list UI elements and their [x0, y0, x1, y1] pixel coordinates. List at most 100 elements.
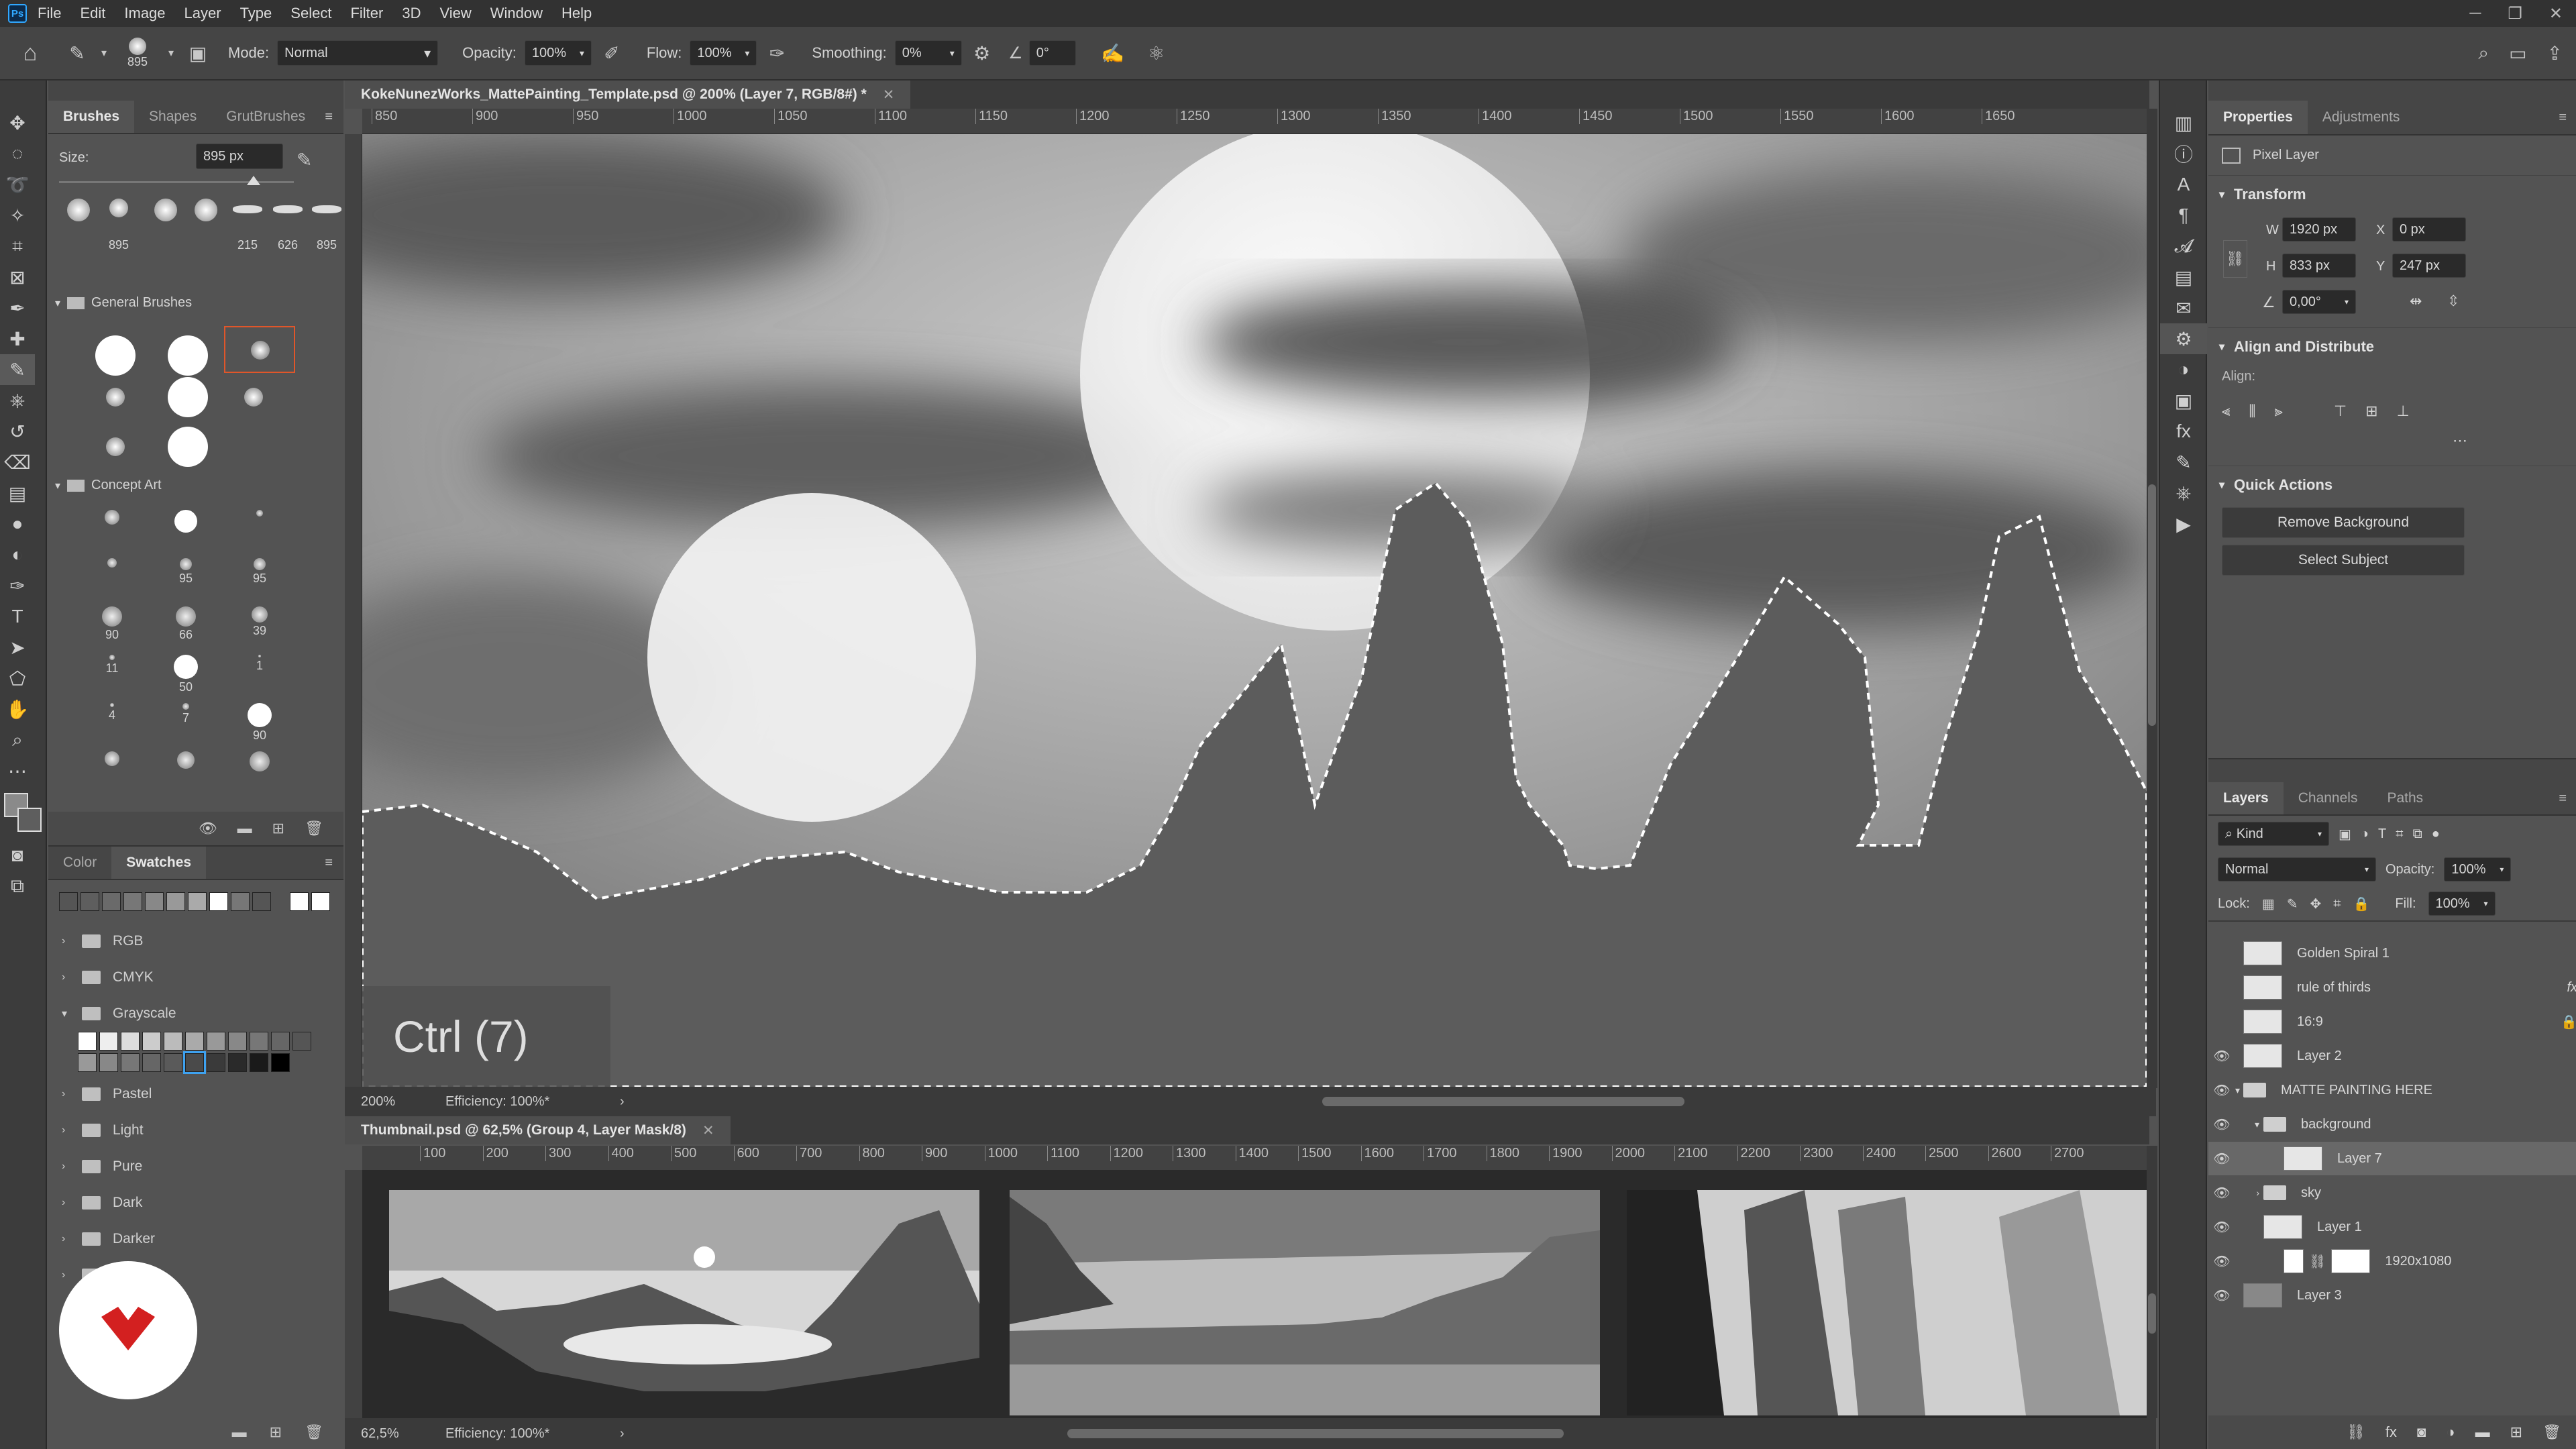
- select-subject-button[interactable]: Select Subject: [2222, 545, 2465, 576]
- recent-brush[interactable]: [189, 199, 223, 252]
- eye-icon[interactable]: 👁: [2208, 1082, 2235, 1099]
- align-center-h-icon[interactable]: ⫼: [2249, 402, 2255, 420]
- layer-row[interactable]: 👁 Layer 3: [2208, 1279, 2576, 1312]
- paragraph-icon[interactable]: ¶: [2160, 200, 2207, 231]
- x-input[interactable]: 0 px: [2392, 217, 2466, 241]
- mode-select[interactable]: Normal ▾: [277, 40, 439, 66]
- path-select-icon[interactable]: ➤: [0, 632, 35, 663]
- link-icon[interactable]: ⛓: [2223, 240, 2247, 278]
- hand-tool-icon[interactable]: ✋: [0, 694, 35, 724]
- swatch-folder-pure[interactable]: › Pure: [48, 1148, 343, 1185]
- lock-pixels-icon[interactable]: ✎: [2287, 896, 2298, 912]
- concept-brush[interactable]: 66: [149, 606, 223, 655]
- menu-item-image[interactable]: Image: [124, 5, 165, 22]
- concept-brush[interactable]: [223, 751, 297, 800]
- actions-icon[interactable]: ▶: [2160, 508, 2207, 539]
- magic-wand-icon[interactable]: ✧: [0, 200, 35, 231]
- thumb-doc-tab[interactable]: Thumbnail.psd @ 62,5% (Group 4, Layer Ma…: [345, 1116, 731, 1144]
- panel-menu-icon[interactable]: ≡: [2559, 791, 2567, 806]
- close-tab-icon[interactable]: ✕: [702, 1122, 714, 1139]
- new-icon[interactable]: ⊞: [272, 820, 284, 837]
- menu-item-layer[interactable]: Layer: [184, 5, 221, 22]
- align-section-header[interactable]: ▾ Align and Distribute: [2208, 327, 2576, 365]
- add-mask-icon[interactable]: ◙: [2417, 1424, 2426, 1441]
- concept-brush[interactable]: 39: [223, 606, 297, 655]
- recent-brush[interactable]: [62, 199, 95, 252]
- character-icon[interactable]: A: [2160, 169, 2207, 200]
- filter-smart-icon[interactable]: ⧉: [2412, 826, 2422, 842]
- swatch-folder-darker[interactable]: › Darker: [48, 1221, 343, 1257]
- swatch-folder-rgb[interactable]: › RGB: [48, 923, 343, 959]
- menu-item-edit[interactable]: Edit: [80, 5, 105, 22]
- menu-item-filter[interactable]: Filter: [350, 5, 383, 22]
- concept-brush[interactable]: 50: [149, 655, 223, 703]
- concept-brush[interactable]: [75, 510, 149, 558]
- menu-item-view[interactable]: View: [439, 5, 471, 22]
- pressure-size-icon[interactable]: ✍: [1089, 42, 1136, 64]
- filter-adjustment-icon[interactable]: ◑: [2361, 826, 2369, 842]
- layer-row[interactable]: 👁 ⛓ 1920x1080: [2208, 1244, 2576, 1278]
- blur-tool-icon[interactable]: ●: [0, 508, 35, 539]
- layer-row[interactable]: 👁 ▾ MATTE PAINTING HERE: [2208, 1073, 2576, 1107]
- eye-icon[interactable]: 👁: [2208, 1287, 2235, 1304]
- layer-row[interactable]: 👁 Layer 1: [2208, 1210, 2576, 1244]
- concept-brush[interactable]: [149, 510, 223, 558]
- menu-item-select[interactable]: Select: [290, 5, 331, 22]
- swatch-folder-dark[interactable]: › Dark: [48, 1185, 343, 1221]
- concept-brush[interactable]: 11: [75, 655, 149, 703]
- thumbnail-canvas[interactable]: [362, 1170, 2147, 1418]
- eye-icon[interactable]: 👁: [2208, 1048, 2235, 1065]
- new-brush-icon[interactable]: ✎: [297, 149, 312, 171]
- chevron-right-icon[interactable]: ›: [620, 1094, 625, 1110]
- eye-icon[interactable]: 👁: [2208, 1185, 2235, 1201]
- pen-tool-icon[interactable]: ✑: [0, 570, 35, 601]
- move-tool-icon[interactable]: ✥: [0, 107, 35, 138]
- panel-menu-icon[interactable]: ≡: [325, 855, 333, 871]
- quick-actions-header[interactable]: ▾ Quick Actions: [2208, 466, 2576, 503]
- new-group-icon[interactable]: ▬: [2475, 1424, 2490, 1441]
- folder-icon[interactable]: ▬: [232, 1424, 247, 1441]
- notes-icon[interactable]: ✉: [2160, 292, 2207, 323]
- layer-opacity-input[interactable]: 100% ▾: [2444, 857, 2512, 881]
- align-bottom-icon[interactable]: ⊥: [2397, 402, 2410, 420]
- concept-brush[interactable]: 1: [223, 655, 297, 703]
- concept-brush[interactable]: 7: [149, 703, 223, 751]
- restore-icon[interactable]: ❐: [2508, 4, 2522, 23]
- menu-item-type[interactable]: Type: [240, 5, 272, 22]
- histogram-icon[interactable]: ▥: [2160, 107, 2207, 138]
- brush-settings-icon[interactable]: ▣: [181, 42, 215, 64]
- tab-shapes[interactable]: Shapes: [134, 101, 211, 133]
- eye-icon[interactable]: 👁: [2208, 1219, 2235, 1236]
- trash-icon[interactable]: 🗑: [2542, 1424, 2561, 1441]
- close-tab-icon[interactable]: ✕: [883, 87, 895, 103]
- doc-tab[interactable]: KokeNunezWorks_MattePainting_Template.ps…: [345, 80, 911, 109]
- eye-icon[interactable]: 👁: [2208, 1150, 2235, 1167]
- new-icon[interactable]: ⊞: [270, 1424, 282, 1441]
- filter-pixel-icon[interactable]: ▣: [2339, 826, 2351, 843]
- flip-vertical-icon[interactable]: ⇳: [2447, 292, 2459, 310]
- more-options-icon[interactable]: ⋯: [2453, 432, 2467, 449]
- home-icon[interactable]: ⌂: [0, 40, 60, 66]
- trash-icon[interactable]: 🗑: [305, 1424, 323, 1441]
- lasso-tool-icon[interactable]: ➰: [0, 169, 35, 200]
- thumb-zoom-level[interactable]: 62,5%: [345, 1426, 445, 1442]
- concept-brush[interactable]: 95: [149, 558, 223, 606]
- layer-filter-select[interactable]: ⌕ Kind ▾: [2218, 822, 2329, 846]
- thumb-scrollbar-v[interactable]: [2147, 1146, 2157, 1418]
- folder-icon[interactable]: ▬: [237, 820, 252, 837]
- quick-mask-icon[interactable]: ◙: [0, 840, 35, 871]
- search-icon[interactable]: ⌕: [2478, 42, 2489, 64]
- menu-item-help[interactable]: Help: [561, 5, 592, 22]
- recent-brush[interactable]: 895: [102, 199, 136, 252]
- concept-brush[interactable]: 4: [75, 703, 149, 751]
- panel-menu-icon[interactable]: ≡: [2559, 110, 2567, 125]
- concept-brush[interactable]: 90: [75, 606, 149, 655]
- properties-icon[interactable]: ⚙: [2160, 323, 2207, 354]
- styles-icon[interactable]: fx: [2160, 416, 2207, 447]
- shape-tool-icon[interactable]: ⬠: [0, 663, 35, 694]
- eye-icon[interactable]: 👁: [2208, 1116, 2235, 1133]
- libraries-icon[interactable]: ▤: [2160, 262, 2207, 292]
- symmetry-icon[interactable]: ⚛: [1136, 42, 1177, 64]
- lock-position-icon[interactable]: ✥: [2310, 896, 2321, 912]
- chevron-right-icon[interactable]: ›: [620, 1426, 625, 1442]
